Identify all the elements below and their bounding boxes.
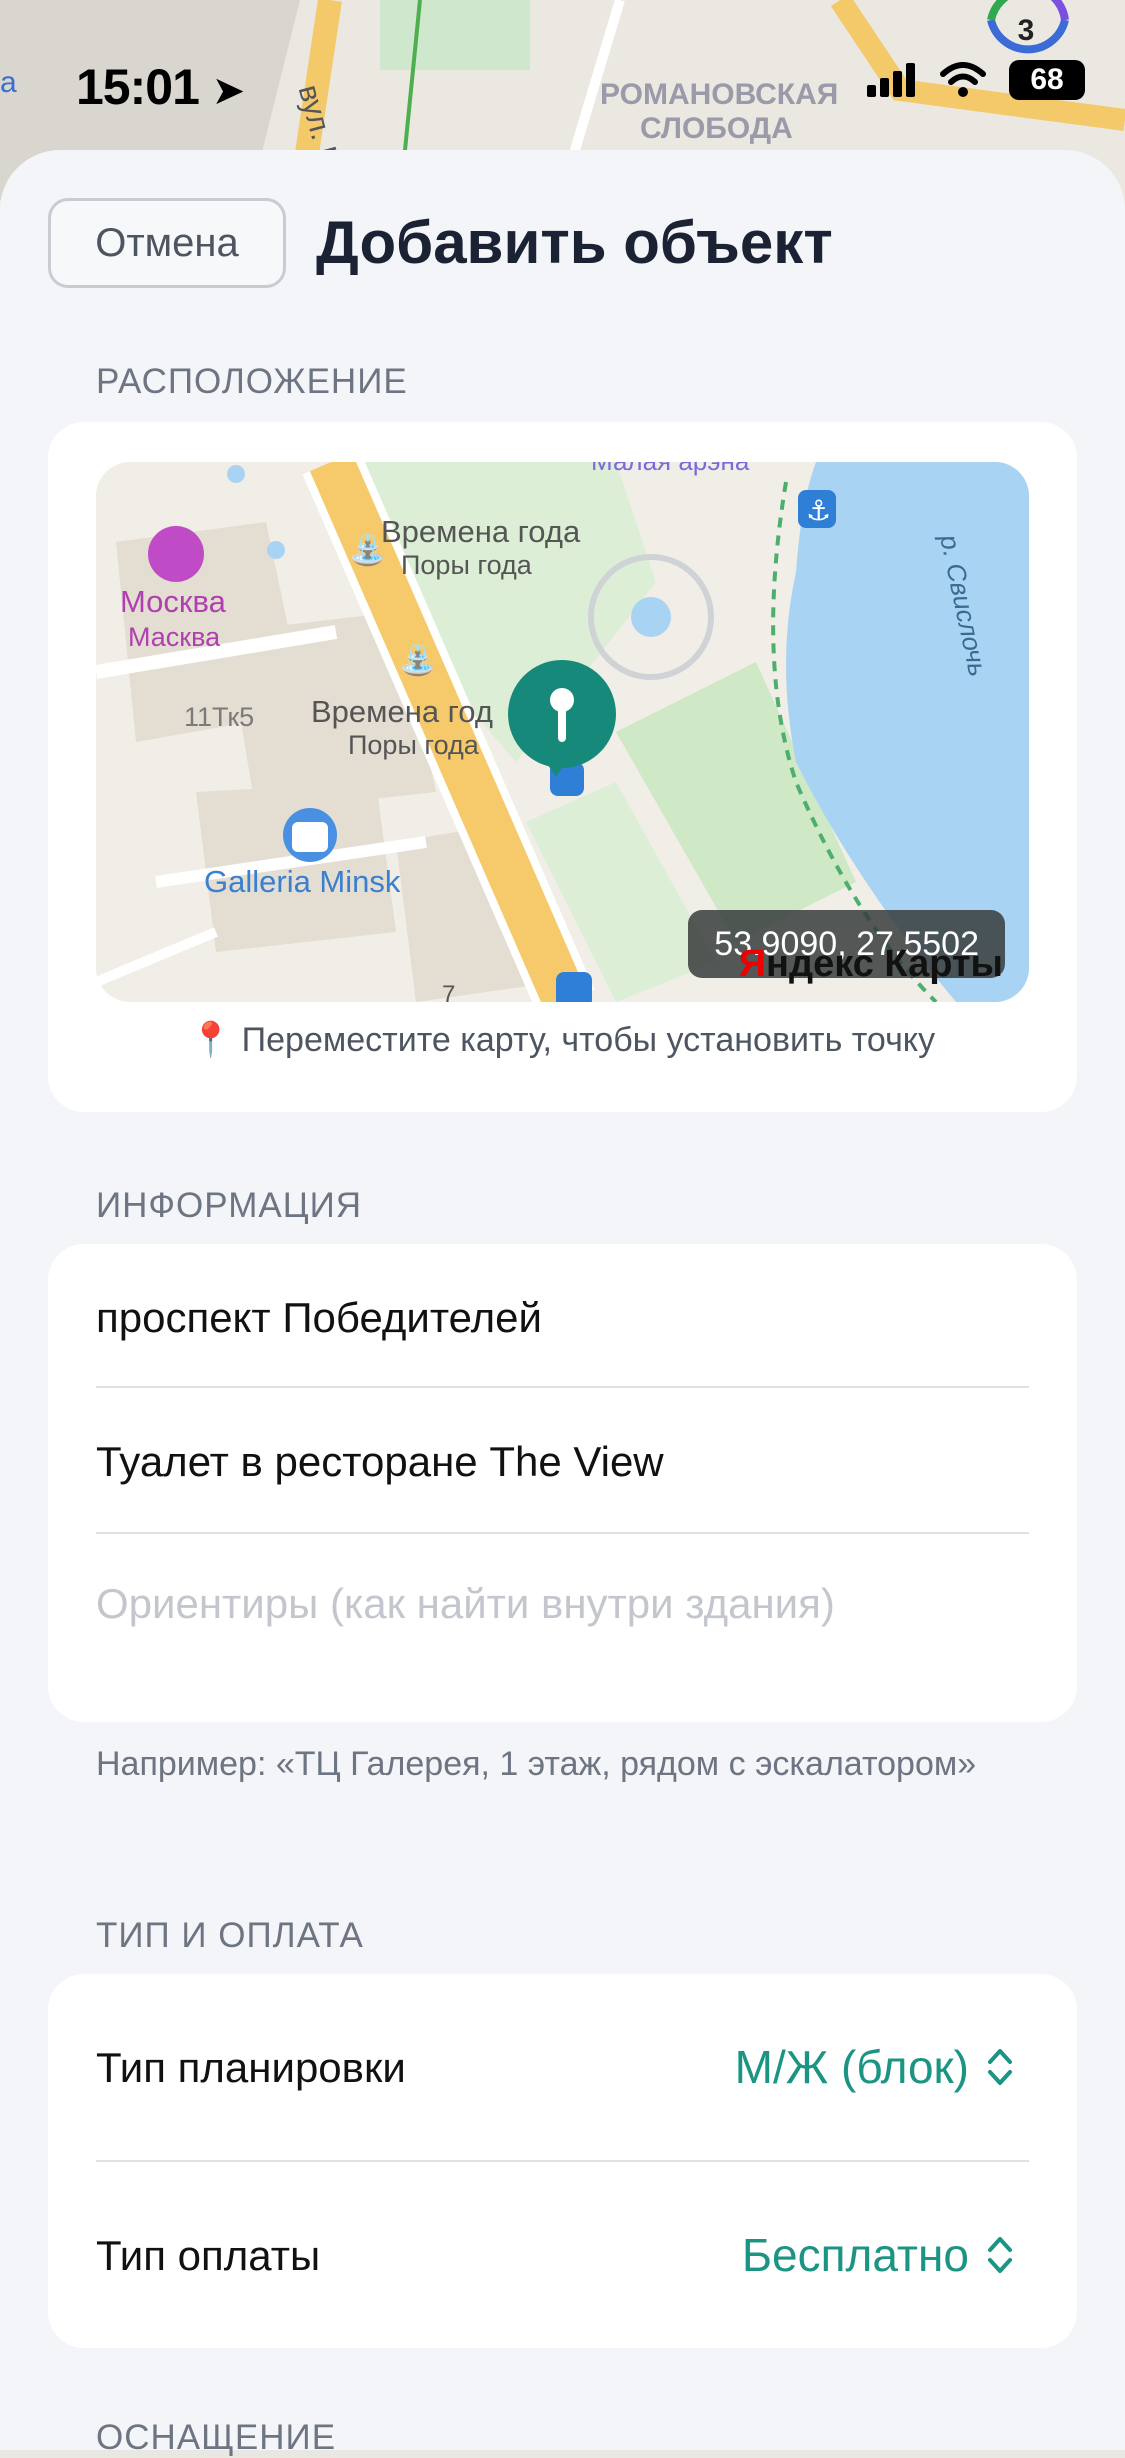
yandex-logo-text: ндекс Карты [766,943,1003,985]
landmarks-caption: Например: «ТЦ Галерея, 1 этаж, рядом с э… [96,1745,977,1783]
map-label-district-1: РОМАНОВСКАЯ [600,78,838,111]
wifi-icon [940,62,986,97]
fountain-icon-1: ⛲ [349,532,386,568]
cancel-button[interactable]: Отмена [48,198,286,288]
map-hint: 📍 Переместите карту, чтобы установить то… [189,1021,936,1059]
payment-type-label: Тип оплаты [96,2232,321,2279]
map-label-moscow-by: Масква [128,622,221,652]
map-label-a: а [0,66,17,99]
cellular-signal-icon [867,63,915,97]
payment-type-value: Бесплатно [741,2229,969,2281]
map-label-district-2: СЛОБОДА [640,112,793,145]
svg-text:⚓: ⚓ [806,495,831,526]
status-icons: 68 [867,60,1085,100]
cinema-icon [148,526,204,582]
map-label-mall: Galleria Minsk [204,864,401,899]
map-label-seasons-1: Времена года [381,514,581,549]
fountain-icon-2: ⛲ [399,642,436,678]
name-field[interactable]: Туалет в ресторане The View [96,1438,664,1486]
map-label-seasons-1-sub: Поры года [401,550,533,580]
divider [96,1386,1029,1388]
section-info-label: ИНФОРМАЦИЯ [96,1186,363,1225]
yandex-maps-logo: Яндекс Карты [739,943,1003,986]
map-label-seasons-2: Времена год [311,694,493,729]
divider [96,2160,1029,2162]
payment-type-select[interactable]: Бесплатно [742,2228,1013,2282]
activity-ring-count: 3 [1017,14,1035,47]
chevron-up-down-icon [988,2049,1012,2085]
section-type-payment-label: ТИП И ОПЛАТА [96,1916,364,1955]
map-label-house: 11Тк5 [184,702,254,732]
landmarks-field[interactable]: Ориентиры (как найти внутри здания) [96,1580,835,1628]
chevron-up-down-icon [988,2237,1012,2273]
layout-type-label: Тип планировки [96,2044,406,2091]
yandex-logo-letter: Я [738,943,767,985]
section-equipment-label: ОСНАЩЕНИЕ [96,2418,337,2457]
location-arrow-icon: ➤ [211,69,246,113]
status-time-text: 15:01 [76,59,200,115]
layout-type-select[interactable]: М/Ж (блок) [735,2040,1013,2094]
section-location-label: РАСПОЛОЖЕНИЕ [96,362,408,401]
map-label-moscow: Москва [120,584,227,619]
battery-indicator: 68 [1009,60,1085,100]
page-title: Добавить объект [316,209,833,276]
map-label-top: Малая арэна [591,462,750,476]
map-label-seasons-2-sub: Поры года [348,730,480,760]
metro-icon [556,972,592,1002]
location-map[interactable]: Малая арэна Времена года Поры года Време… [96,462,1029,1002]
map-label-num: 7 [442,981,455,1002]
divider [96,1532,1029,1534]
layout-type-value: М/Ж (блок) [734,2041,969,2093]
address-field[interactable]: проспект Победителей [96,1294,542,1342]
status-time: 15:01 ➤ [76,58,246,116]
